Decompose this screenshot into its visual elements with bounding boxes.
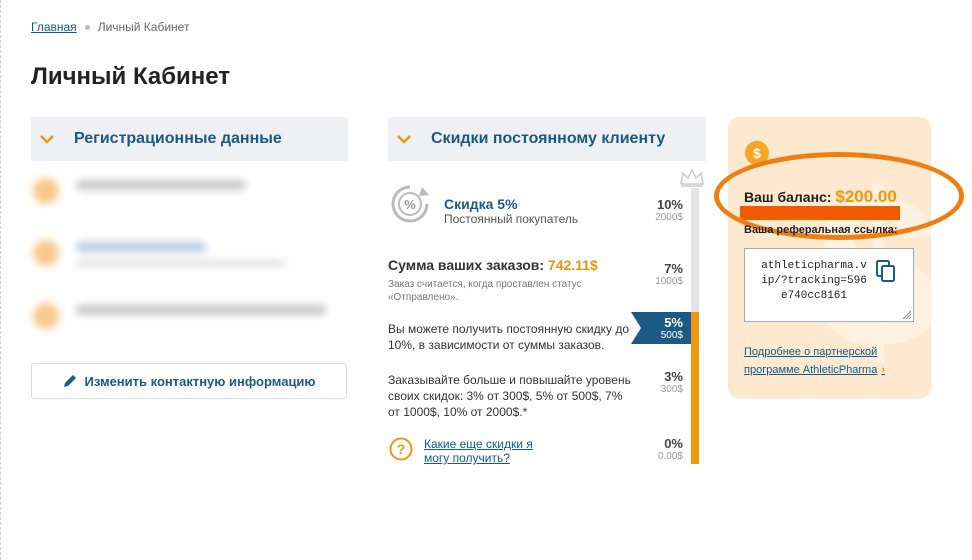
question-icon: ? [389, 437, 413, 461]
discount-scale-fill [691, 312, 699, 464]
chevron-down-icon [40, 135, 54, 144]
registration-section-header[interactable]: Регистрационные данные [31, 117, 348, 161]
partner-program-link[interactable]: Подробнее о партнерской программе Athlet… [744, 343, 914, 379]
partner-program-link-text: Подробнее о партнерской программе Athlet… [744, 346, 878, 376]
scale-tick: 7% 1000$ [655, 261, 683, 288]
referral-link-text[interactable]: athleticpharma.vip/?tracking=596e740cc81… [759, 259, 869, 304]
discounts-section-title: Скидки постоянному клиенту [431, 130, 666, 147]
breadcrumb-home-link[interactable]: Главная [31, 20, 77, 34]
discount-info-max: Вы можете получить постоянную скидку до … [388, 322, 630, 352]
registration-row-blurred [31, 168, 341, 216]
registration-row-blurred [31, 230, 341, 278]
edit-contact-info-button[interactable]: Изменить контактную информацию [31, 363, 347, 399]
orders-note: Заказ считается, когда проставлен статус… [388, 279, 582, 303]
page-title: Личный Кабинет [31, 63, 231, 90]
chevron-down-icon [397, 135, 411, 144]
registration-section-title: Регистрационные данные [74, 130, 282, 147]
referral-link-label: Ваша реферальная ссылка: [744, 224, 898, 236]
scale-tick: 10% 2000$ [655, 197, 683, 224]
page-border [0, 0, 1, 560]
breadcrumb: Главная Личный Кабинет [31, 20, 189, 34]
orders-sum-value: 742.11$ [547, 257, 598, 273]
referral-link-field[interactable]: athleticpharma.vip/?tracking=596e740cc81… [744, 248, 914, 322]
svg-text:%: % [404, 197, 416, 212]
copy-icon[interactable] [875, 259, 897, 283]
chevron-right-icon: › [881, 364, 885, 376]
current-discount-title: Скидка 5% [444, 196, 518, 212]
svg-text:?: ? [397, 441, 406, 457]
percent-badge-icon: % [391, 185, 429, 223]
scale-tick: 0% 0.00$ [657, 436, 683, 463]
orders-sum: Сумма ваших заказов: 742.11$ [388, 257, 598, 273]
breadcrumb-current: Личный Кабинет [97, 20, 190, 34]
discount-info-levels: Заказывайте больше и повышайте уровень с… [388, 373, 631, 419]
scale-tick-current: 5% 500$ [631, 312, 691, 344]
more-discounts-link[interactable]: Какие еще скидки я могу получить? [424, 437, 554, 465]
resize-handle-icon[interactable] [901, 309, 911, 319]
registration-row-blurred [31, 293, 341, 341]
crown-icon [680, 168, 704, 187]
customer-status: Постоянный покупатель [444, 212, 579, 226]
orders-sum-label: Сумма ваших заказов: [388, 257, 545, 273]
edit-contact-info-label: Изменить контактную информацию [84, 373, 316, 389]
breadcrumb-separator [84, 24, 90, 30]
scale-tick: 3% 300$ [660, 369, 683, 396]
discounts-section-header[interactable]: Скидки постоянному клиенту [388, 117, 706, 161]
pencil-icon [64, 375, 77, 387]
